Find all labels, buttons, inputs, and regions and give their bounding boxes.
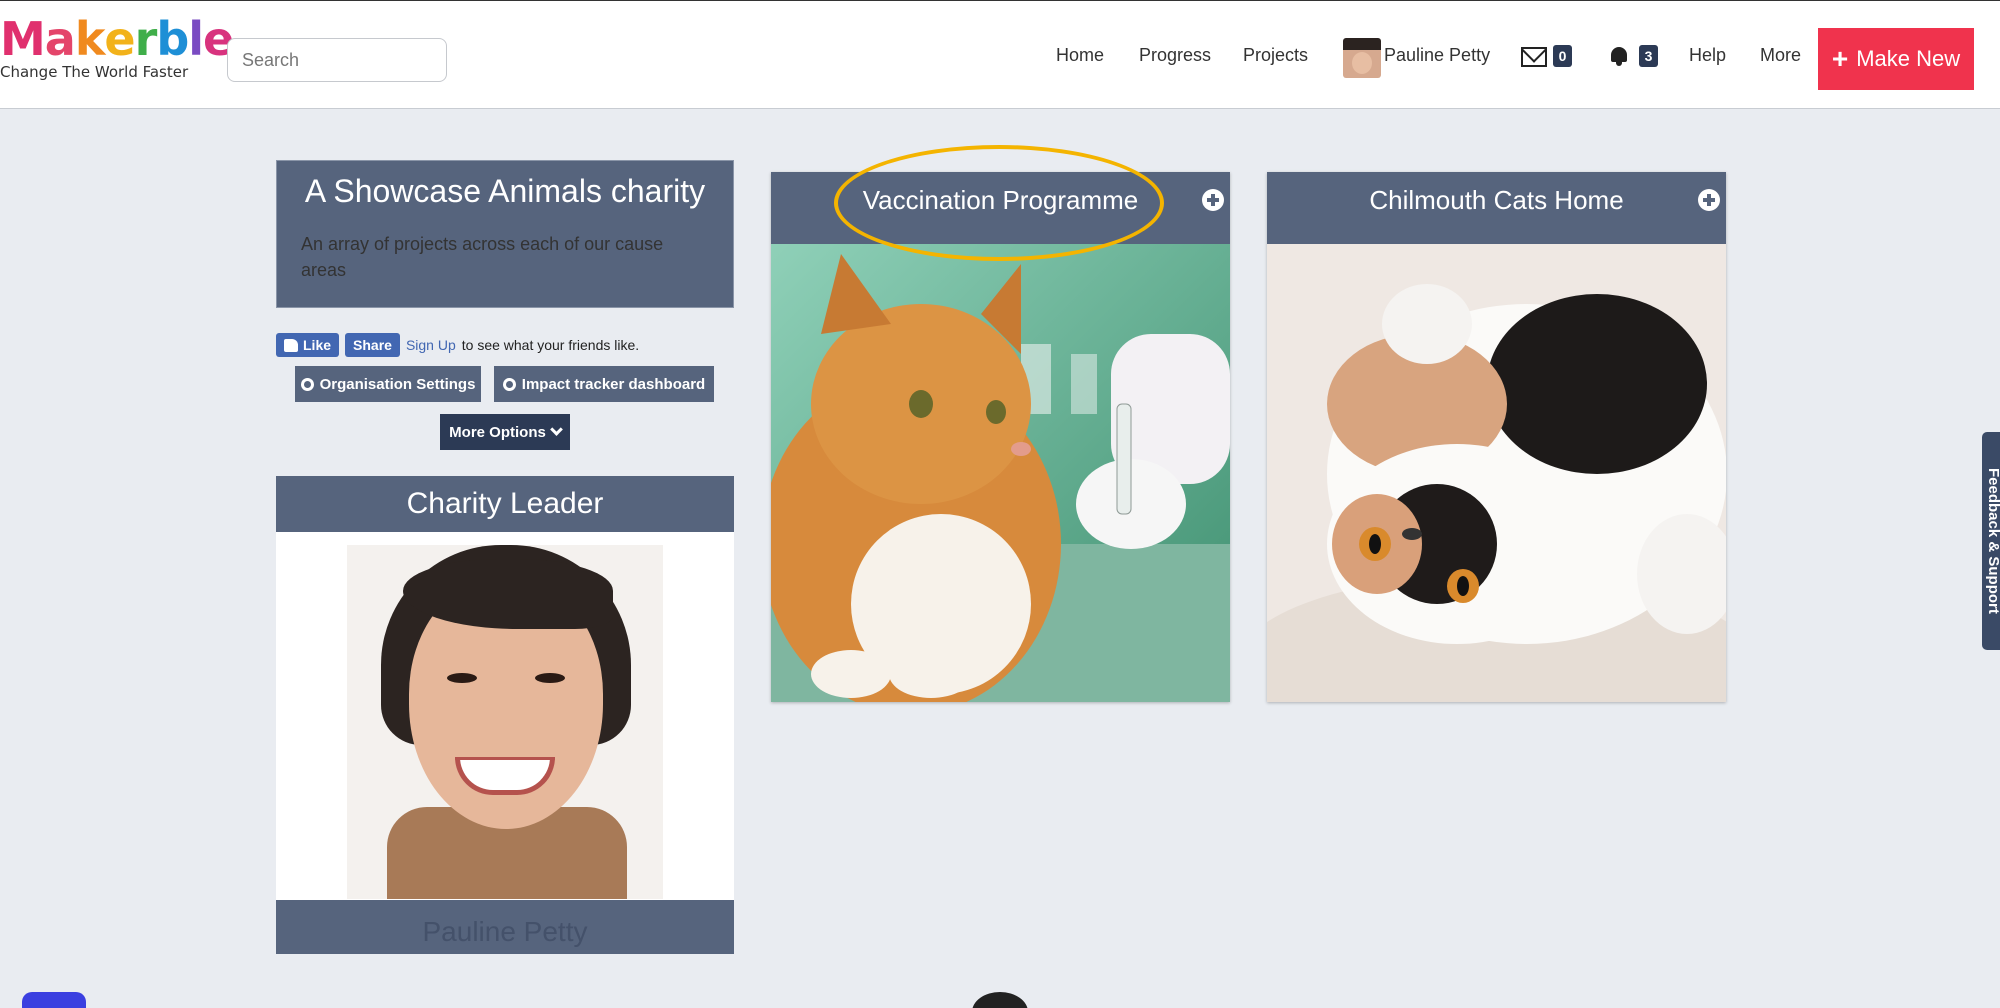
- more-options-button[interactable]: More Options: [440, 414, 570, 450]
- thumbs-up-icon: [284, 338, 298, 352]
- nav-help-link[interactable]: Help: [1689, 45, 1726, 66]
- user-profile-link[interactable]: Pauline Petty: [1384, 45, 1490, 66]
- messages-count-badge: 0: [1553, 45, 1572, 67]
- search-input[interactable]: [227, 38, 447, 82]
- organisation-description: An array of projects across each of our …: [301, 234, 664, 280]
- nav-home-link[interactable]: Home: [1056, 45, 1104, 66]
- project-title[interactable]: Vaccination Programme: [863, 185, 1139, 215]
- feedback-support-tab[interactable]: Feedback & Support: [1982, 432, 2000, 650]
- chat-widget-button[interactable]: [22, 992, 86, 1008]
- facebook-signup-link[interactable]: Sign Up: [406, 337, 456, 353]
- project-title-bar: Chilmouth Cats Home: [1267, 172, 1726, 244]
- organisation-title: A Showcase Animals charity: [304, 173, 706, 209]
- scroll-to-top-button[interactable]: [972, 992, 1028, 1008]
- impact-tracker-dashboard-button[interactable]: Impact tracker dashboard: [494, 366, 714, 402]
- makerble-logo[interactable]: Makerble Change The World Faster: [0, 12, 234, 81]
- project-card-vaccination[interactable]: Vaccination Programme: [771, 172, 1230, 702]
- nav-projects-link[interactable]: Projects: [1243, 45, 1308, 66]
- plus-icon: +: [1831, 43, 1849, 74]
- bell-icon[interactable]: [1610, 47, 1628, 67]
- chevron-down-icon: [549, 423, 563, 436]
- gears-icon: [300, 377, 314, 391]
- notifications-count-badge: 3: [1639, 45, 1658, 67]
- facebook-prompt-text: to see what your friends like.: [461, 337, 640, 353]
- nav-more-link[interactable]: More: [1760, 45, 1801, 66]
- follow-plus-icon[interactable]: [1698, 189, 1720, 211]
- leader-photo[interactable]: [347, 545, 663, 899]
- organisation-settings-button[interactable]: Organisation Settings: [295, 366, 481, 402]
- charity-leader-name[interactable]: Pauline Petty: [276, 900, 734, 954]
- organisation-card: A Showcase Animals charity An array of p…: [276, 160, 734, 308]
- gears-icon: [502, 377, 516, 391]
- facebook-share-button[interactable]: Share: [345, 333, 400, 357]
- follow-plus-icon[interactable]: [1202, 189, 1224, 211]
- logo-wordmark: Makerble: [0, 12, 234, 66]
- charity-leader-card: Charity Leader Pauline Petty: [276, 476, 734, 954]
- project-title-bar: Vaccination Programme: [771, 172, 1230, 244]
- make-new-label: Make New: [1856, 46, 1961, 71]
- charity-leader-heading: Charity Leader: [276, 476, 734, 532]
- nav-progress-link[interactable]: Progress: [1139, 45, 1211, 66]
- project-image-calico-cat[interactable]: [1267, 244, 1726, 702]
- project-image-cat-vet[interactable]: [771, 244, 1230, 702]
- facebook-like-button[interactable]: Like: [276, 333, 340, 357]
- mail-icon[interactable]: [1521, 47, 1547, 67]
- facebook-social-bar: Like Share Sign Up to see what your frie…: [276, 333, 639, 357]
- project-card-chilmouth-cats-home[interactable]: Chilmouth Cats Home: [1267, 172, 1726, 702]
- top-navigation-bar: Makerble Change The World Faster Home Pr…: [0, 0, 2000, 109]
- project-title[interactable]: Chilmouth Cats Home: [1369, 185, 1623, 215]
- user-avatar[interactable]: [1343, 38, 1381, 78]
- make-new-button[interactable]: + Make New: [1818, 28, 1974, 90]
